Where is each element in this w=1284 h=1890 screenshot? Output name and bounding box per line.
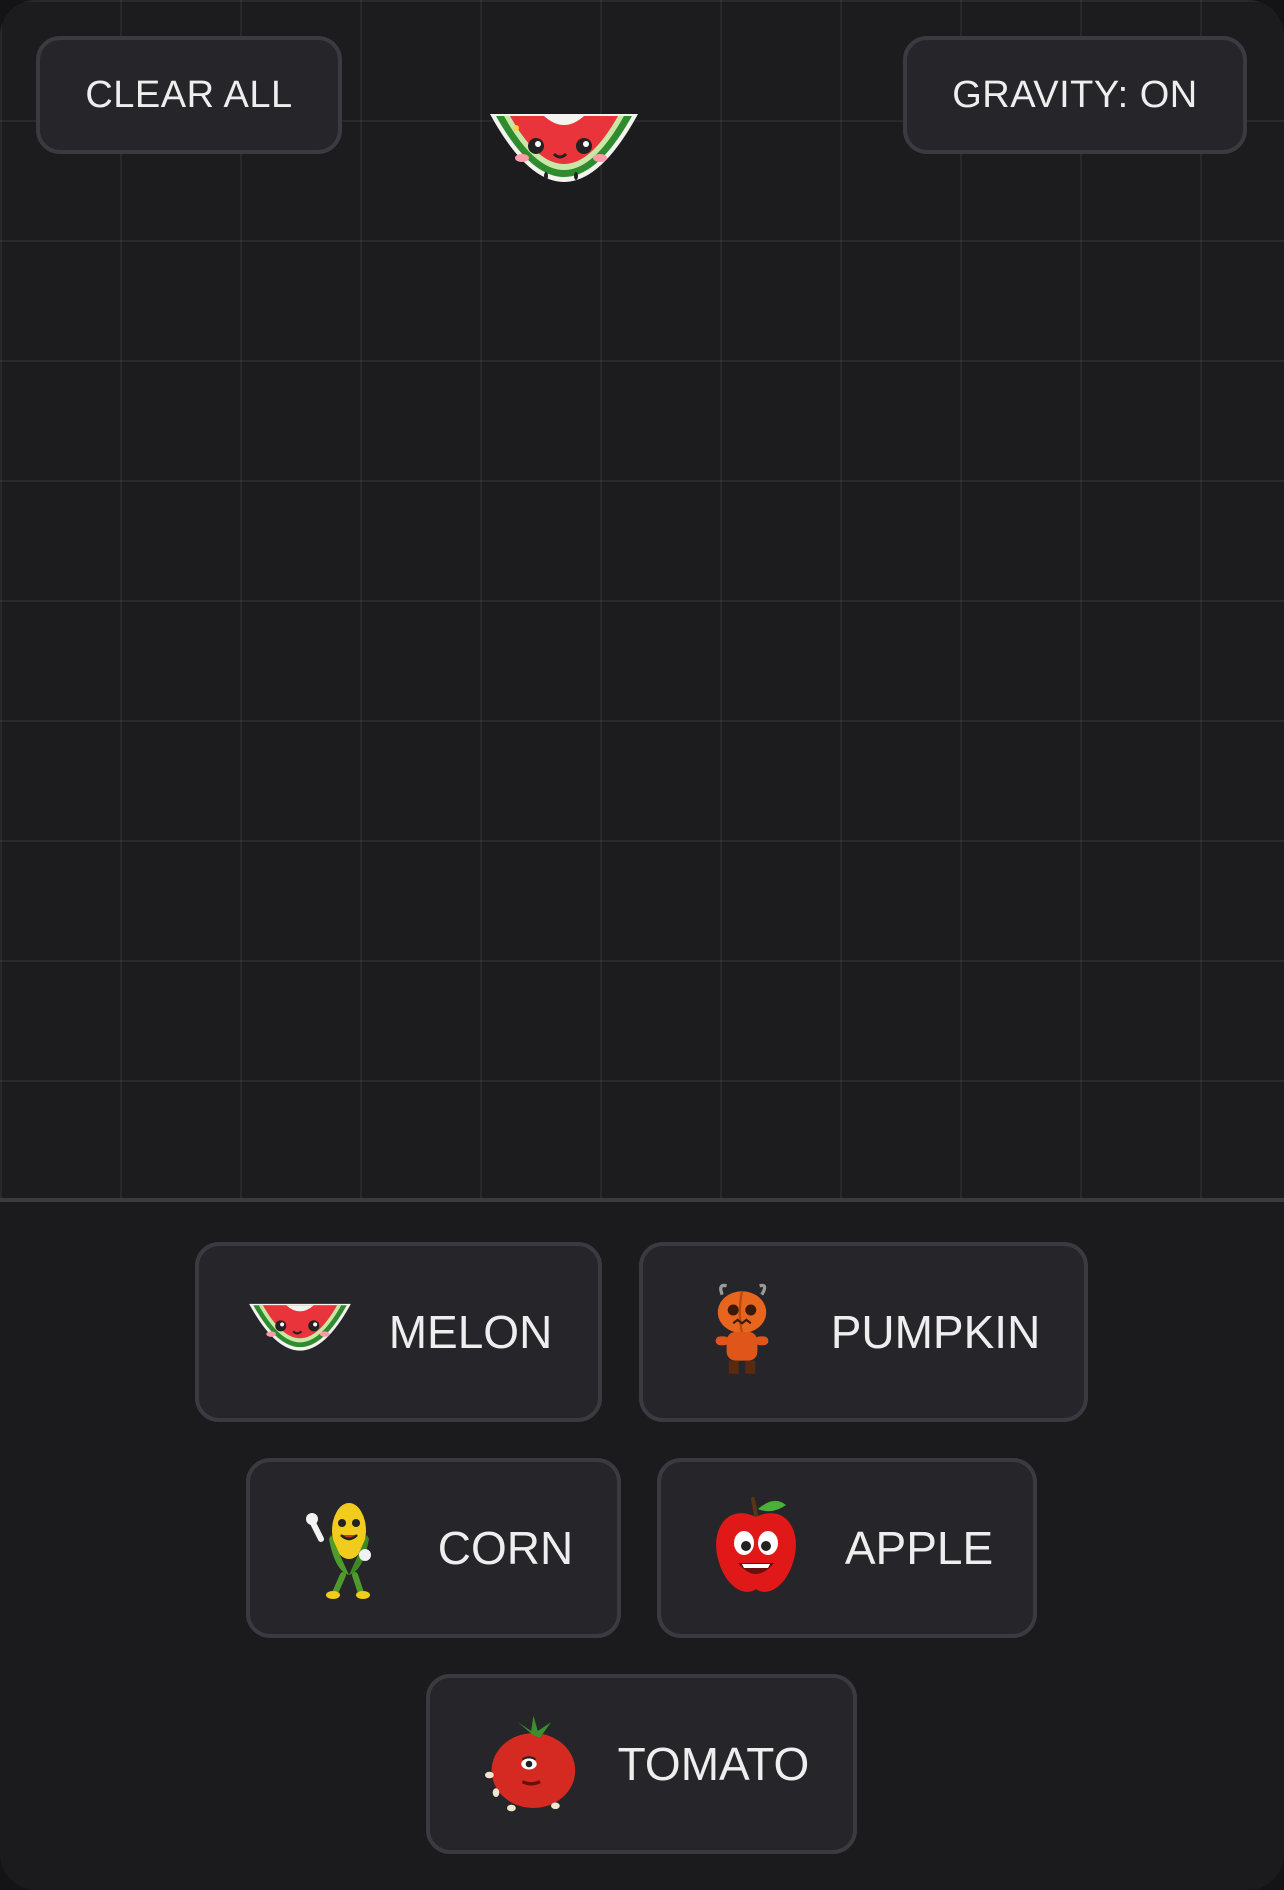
spawn-tomato-button[interactable]: TOMATO	[426, 1674, 857, 1854]
falling-melon-item[interactable]	[484, 100, 644, 210]
spawn-tomato-label: TOMATO	[617, 1738, 810, 1790]
spawn-pumpkin-label: PUMPKIN	[830, 1306, 1041, 1358]
apple-character-icon	[715, 1497, 796, 1592]
spawn-corn-label: CORN	[437, 1522, 574, 1574]
corn-character-icon	[305, 1503, 371, 1599]
spawn-pumpkin-button[interactable]: PUMPKIN	[639, 1242, 1088, 1422]
spawn-corn-button[interactable]: CORN	[246, 1458, 621, 1638]
app-window: CLEAR ALL GRAVITY: ON MELON PUMPKIN CORN…	[0, 0, 1284, 1890]
spawn-melon-button[interactable]: MELON	[195, 1242, 602, 1422]
spawn-apple-button[interactable]: APPLE	[657, 1458, 1037, 1638]
gravity-toggle-label: GRAVITY: ON	[952, 73, 1198, 116]
gravity-toggle-button[interactable]: GRAVITY: ON	[903, 36, 1247, 154]
tomato-character-icon	[484, 1715, 575, 1812]
watermelon-icon	[248, 1303, 351, 1351]
clear-all-label: CLEAR ALL	[85, 73, 293, 116]
pumpkin-character-icon	[715, 1283, 769, 1374]
spawn-apple-label: APPLE	[844, 1522, 994, 1574]
spawn-melon-label: MELON	[388, 1306, 553, 1358]
clear-all-button[interactable]: CLEAR ALL	[36, 36, 342, 154]
physics-playfield[interactable]	[0, 0, 1284, 1202]
